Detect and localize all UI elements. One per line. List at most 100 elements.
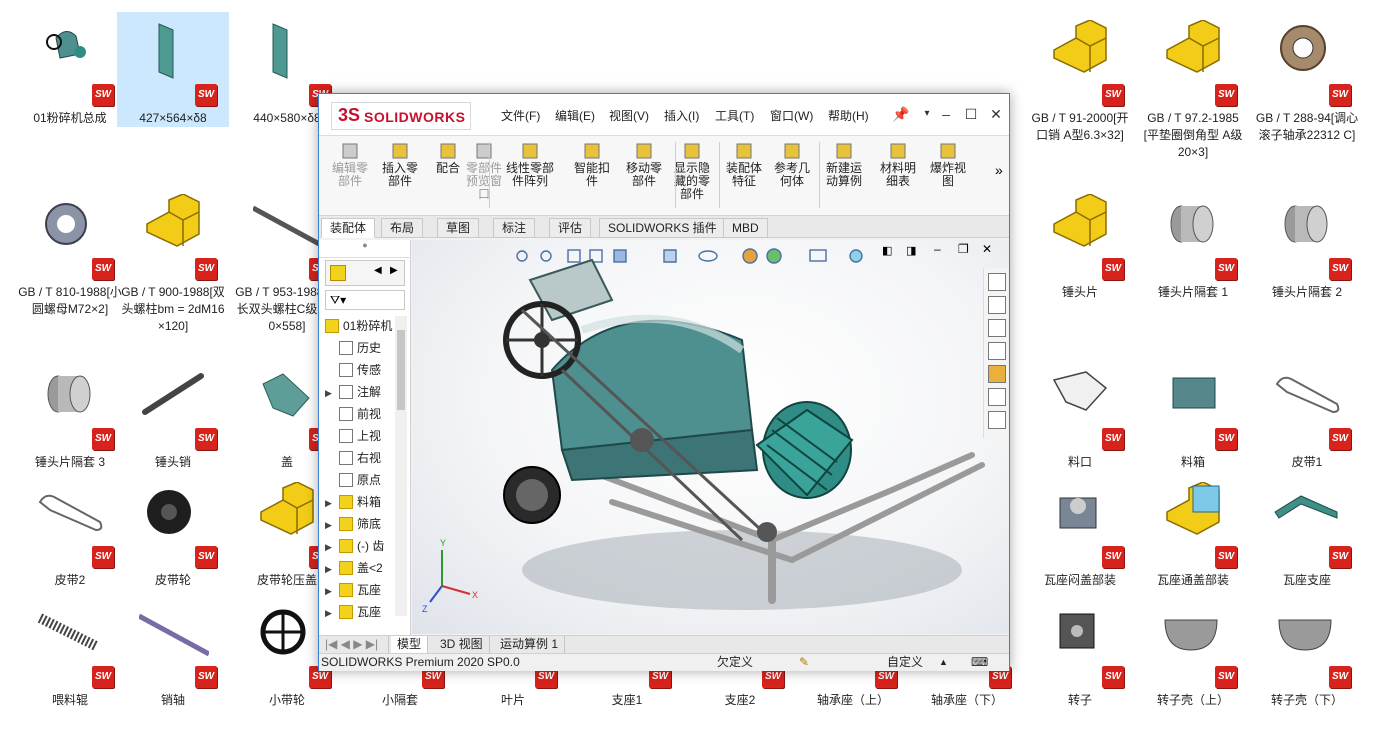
file-item[interactable]: SW 锤头片隔套 2 xyxy=(1251,186,1363,301)
tab-1[interactable]: 布局 xyxy=(381,218,424,238)
maximize-icon[interactable]: ☐ xyxy=(961,104,981,124)
graphics-viewport[interactable]: Y X Z ◧ ◨ – ❐ ✕ xyxy=(412,240,1009,634)
doc-restore-icon[interactable]: ❐ xyxy=(958,242,969,256)
menu-tools[interactable]: 工具(T) xyxy=(715,107,754,124)
insert-component-button[interactable]: 插入零 部件 xyxy=(375,142,425,188)
next-window-icon[interactable]: ◨ xyxy=(906,244,916,257)
tree-item[interactable]: 历史 xyxy=(325,338,381,358)
menu-file[interactable]: 文件(F) xyxy=(501,107,540,124)
options-chevron-icon[interactable]: ▾ xyxy=(917,104,937,124)
component-preview-button[interactable]: 零部件 预览窗 口 xyxy=(459,142,509,201)
exploded-view-button[interactable]: 爆炸视 图 xyxy=(923,142,973,188)
menu-view[interactable]: 视图(V) xyxy=(609,107,649,124)
tree-item[interactable]: ▶ (-) 齿 xyxy=(325,536,384,556)
feature-manager-tab-icon[interactable] xyxy=(330,265,346,281)
file-item[interactable]: SW 转子 xyxy=(1024,594,1136,709)
tree-item[interactable]: ▶ 盖<2 xyxy=(325,558,383,578)
tab-3[interactable]: 标注 xyxy=(493,218,536,238)
expand-icon[interactable]: ▶ xyxy=(325,581,339,601)
unit-up-icon[interactable]: ▲ xyxy=(939,654,948,671)
expand-icon[interactable]: ▶ xyxy=(325,515,339,535)
scroll-right-icon[interactable]: ▶ xyxy=(390,265,398,276)
file-item[interactable]: SW 转子壳（上） xyxy=(1137,594,1249,709)
scroll-left-icon[interactable]: ◀ xyxy=(374,265,382,276)
forum-icon[interactable] xyxy=(988,411,1006,429)
tab-6[interactable]: MBD xyxy=(723,218,768,238)
view-palette-icon[interactable] xyxy=(988,342,1006,360)
file-item[interactable]: SW GB / T 288-94[调心滚子轴承22312 C] xyxy=(1251,12,1363,144)
tab-3d-view[interactable]: 3D 视图 xyxy=(434,636,490,654)
tree-item[interactable]: ▶ 注解 xyxy=(325,382,381,402)
tree-item[interactable]: 传感 xyxy=(325,360,381,380)
prev-window-icon[interactable]: ◧ xyxy=(882,244,892,257)
file-item[interactable]: SW 锤头片 xyxy=(1024,186,1136,301)
file-item[interactable]: SW GB / T 91-2000[开口销 A型6.3×32] xyxy=(1024,12,1136,144)
tab-model[interactable]: 模型 xyxy=(391,636,429,654)
file-item[interactable]: SW 皮带轮 xyxy=(117,474,229,589)
reference-geometry-button[interactable]: 参考几 何体 xyxy=(767,142,817,188)
doc-close-icon[interactable]: ✕ xyxy=(982,242,992,256)
move-component-button[interactable]: 移动零 部件 xyxy=(619,142,669,188)
ribbon-overflow-icon[interactable]: » xyxy=(995,162,1003,178)
minimize-icon[interactable]: – xyxy=(936,104,956,124)
design-library-icon[interactable] xyxy=(988,296,1006,314)
tree-item[interactable]: ▶ 筛底 xyxy=(325,514,381,534)
file-item[interactable]: SW 皮带1 xyxy=(1251,356,1363,471)
assembly-features-button[interactable]: 装配体 特征 xyxy=(719,142,769,188)
tree-root[interactable]: 01粉碎机 xyxy=(325,316,392,336)
tree-item[interactable]: 原点 xyxy=(325,470,381,490)
file-item[interactable]: SW 销轴 xyxy=(117,594,229,709)
tree-item[interactable]: 上视 xyxy=(325,426,381,446)
file-item[interactable]: SW 锤头片隔套 1 xyxy=(1137,186,1249,301)
tree-item[interactable]: 右视 xyxy=(325,448,381,468)
new-motion-study-button[interactable]: 新建运 动算例 xyxy=(819,142,869,188)
tree-item[interactable]: ▶ 料箱 xyxy=(325,492,381,512)
tab-4[interactable]: 评估 xyxy=(549,218,592,238)
menu-help[interactable]: 帮助(H) xyxy=(828,107,869,124)
file-item[interactable]: SW GB / T 810-1988[小圆螺母M72×2] xyxy=(14,186,126,318)
tab-5[interactable]: SOLIDWORKS 插件 xyxy=(599,218,726,238)
menu-insert[interactable]: 插入(I) xyxy=(664,107,699,124)
edit-component-button[interactable]: 编辑零 部件 xyxy=(325,142,375,188)
tree-item[interactable]: ▶ 瓦座 xyxy=(325,602,381,622)
file-item[interactable]: SW 锤头片隔套 3 xyxy=(14,356,126,471)
home-icon[interactable] xyxy=(988,273,1006,291)
file-item[interactable]: SW 喂料辊 xyxy=(14,594,126,709)
menu-window[interactable]: 窗口(W) xyxy=(770,107,813,124)
filter-icon[interactable]: ⛛▾ xyxy=(325,290,405,310)
doc-minimize-icon[interactable]: – xyxy=(934,242,941,256)
file-item[interactable]: SW 瓦座闷盖部装 xyxy=(1024,474,1136,589)
tab-0[interactable]: 装配体 xyxy=(321,218,376,238)
pin-icon[interactable]: 📌 xyxy=(891,104,911,124)
solidworks-logo[interactable]: 3S SOLIDWORKS xyxy=(331,102,471,130)
rebuild-icon[interactable]: ✎ xyxy=(799,654,809,671)
file-explorer-icon[interactable] xyxy=(988,319,1006,337)
unit-system[interactable]: 自定义 xyxy=(887,654,923,671)
file-item[interactable]: SW 转子壳（下） xyxy=(1251,594,1363,709)
custom-properties-icon[interactable] xyxy=(988,388,1006,406)
file-item[interactable]: SW 料箱 xyxy=(1137,356,1249,471)
solidworks-window[interactable]: 3S SOLIDWORKS 文件(F) 编辑(E) 视图(V) 插入(I) 工具… xyxy=(318,93,1010,671)
file-item[interactable]: SW GB / T 97.2-1985[平垫圈倒角型 A级20×3] xyxy=(1137,12,1249,161)
bill-of-materials-button[interactable]: 材料明 细表 xyxy=(873,142,923,188)
expand-icon[interactable]: ▶ xyxy=(325,383,339,403)
appearances-icon[interactable] xyxy=(988,365,1006,383)
tree-scrollbar[interactable] xyxy=(395,316,407,616)
close-icon[interactable]: ✕ xyxy=(986,104,1006,124)
file-item[interactable]: SW 瓦座通盖部装 xyxy=(1137,474,1249,589)
file-item[interactable]: SW 皮带2 xyxy=(14,474,126,589)
smart-fasteners-button[interactable]: 智能扣 件 xyxy=(567,142,617,188)
scrollbar-thumb[interactable] xyxy=(397,330,405,410)
tree-item[interactable]: ▶ 瓦座 xyxy=(325,580,381,600)
linear-pattern-button[interactable]: 线性零部 件阵列 xyxy=(505,142,555,188)
tab-nav-arrows-icon[interactable]: |◀ ◀ ▶ ▶| xyxy=(319,636,389,654)
expand-icon[interactable]: ▶ xyxy=(325,537,339,557)
expand-icon[interactable]: ▶ xyxy=(325,493,339,513)
expand-icon[interactable]: ▶ xyxy=(325,559,339,579)
panel-grip[interactable]: ● xyxy=(319,240,411,258)
tree-item[interactable]: 前视 xyxy=(325,404,381,424)
file-item[interactable]: SW 01粉碎机总成 xyxy=(14,12,126,127)
tab-2[interactable]: 草图 xyxy=(437,218,480,238)
menu-edit[interactable]: 编辑(E) xyxy=(555,107,595,124)
expand-icon[interactable]: ▶ xyxy=(325,603,339,623)
